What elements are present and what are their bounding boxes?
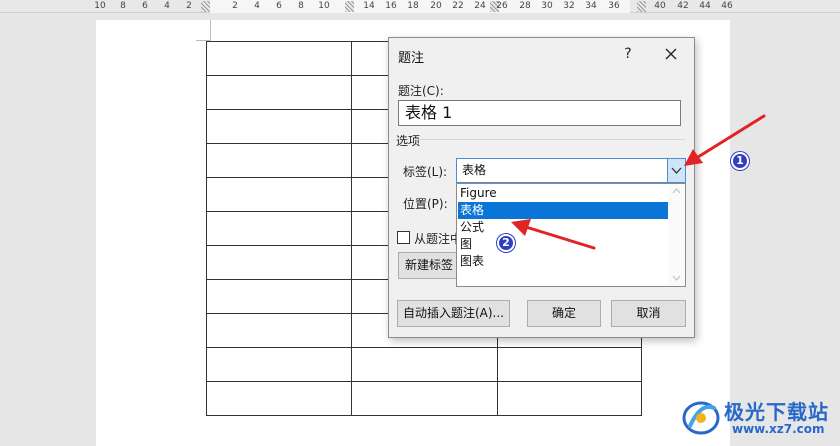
annotation-overlay	[511, 114, 766, 250]
watermark-site-name: 极光下载站	[724, 400, 829, 424]
watermark-url: www.xz7.com	[732, 422, 825, 436]
red-arrow-2	[511, 219, 596, 250]
red-arrow-1	[684, 114, 766, 166]
step-badge-1: 1	[731, 152, 749, 170]
watermark-logo-icon	[682, 401, 720, 435]
step-badge-2: 2	[497, 234, 515, 252]
